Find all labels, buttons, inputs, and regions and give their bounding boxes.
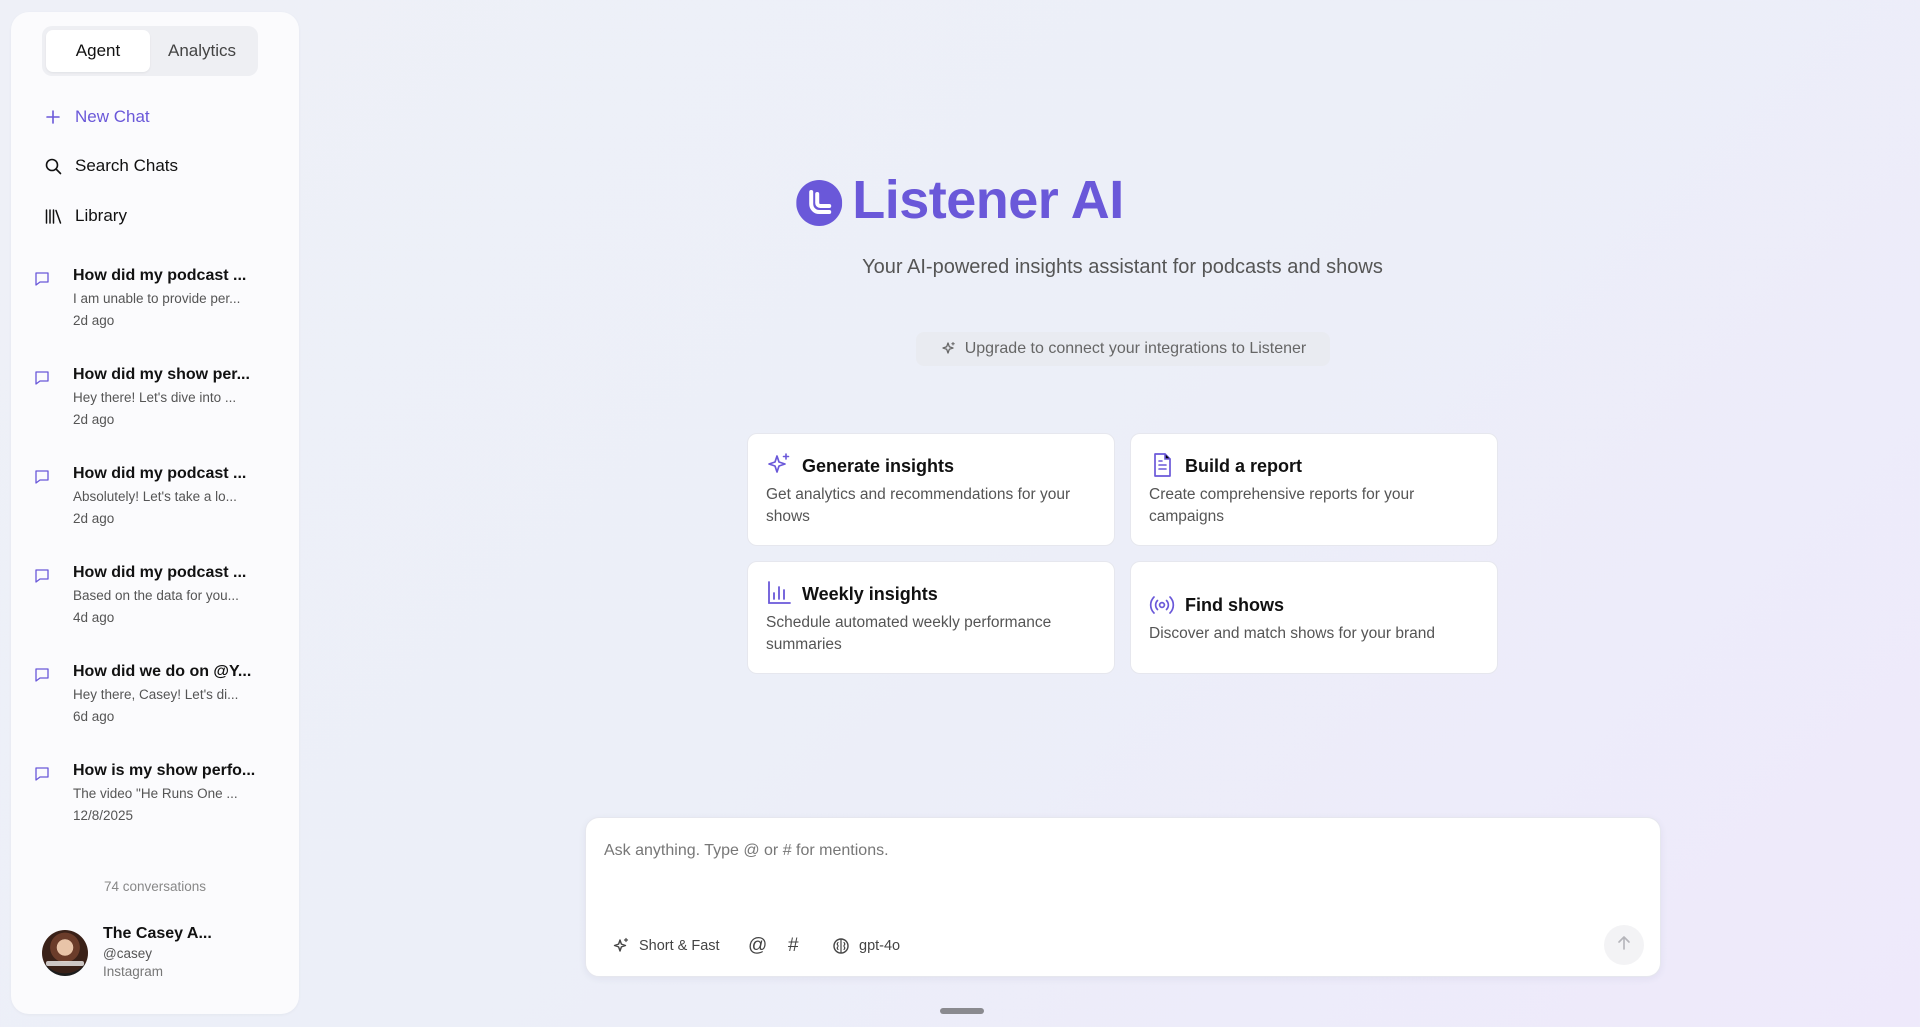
chat-bubble-icon	[34, 370, 52, 388]
send-button[interactable]	[1604, 925, 1644, 965]
chat-history-item[interactable]: How did my podcast ... Absolutely! Let's …	[34, 465, 274, 549]
generate-insights-card[interactable]: Generate insights Get analytics and reco…	[747, 433, 1115, 546]
card-description: Create comprehensive reports for your ca…	[1149, 486, 1415, 525]
library-button[interactable]: Library	[44, 203, 127, 229]
chat-title: How is my show perfo...	[73, 762, 256, 779]
sparkles-icon	[766, 452, 792, 478]
app-title: Listener AI	[852, 170, 1124, 230]
card-title: Build a report	[1185, 456, 1303, 476]
find-shows-card[interactable]: Find shows Discover and match shows for …	[1130, 561, 1498, 674]
user-profile[interactable]: The Casey A... @casey Instagram	[42, 924, 282, 988]
upgrade-banner[interactable]: Upgrade to connect your integrations to …	[916, 332, 1330, 366]
mode-switcher: Agent Analytics	[42, 26, 258, 76]
sparkle-icon	[612, 937, 630, 955]
chat-date: 4d ago	[73, 610, 115, 625]
broadcast-icon	[1149, 592, 1175, 618]
sidebar: Agent Analytics New Chat Search Chats Li…	[11, 12, 299, 1014]
plus-icon	[44, 108, 62, 126]
chat-history-item[interactable]: How did my show per... Hey there! Let's d…	[34, 366, 274, 450]
sparkle-icon	[940, 341, 956, 357]
build-report-card[interactable]: Build a report Create comprehensive repo…	[1130, 433, 1498, 546]
bar-chart-icon	[766, 580, 792, 606]
search-chats-button[interactable]: Search Chats	[44, 153, 178, 179]
chat-history-item[interactable]: How did my podcast ... I am unable to pro…	[34, 267, 274, 351]
chat-date: 2d ago	[73, 511, 115, 526]
brain-icon	[832, 937, 850, 955]
response-mode-button[interactable]: Short & Fast	[612, 932, 720, 960]
at-icon: @	[748, 935, 768, 956]
chat-bubble-icon	[34, 667, 52, 685]
card-title: Weekly insights	[802, 584, 938, 604]
chat-history-item[interactable]: How did my podcast ... Based on the data …	[34, 564, 274, 648]
chat-title: How did my podcast ...	[73, 564, 247, 581]
profile-platform: Instagram	[103, 964, 164, 979]
chat-preview: I am unable to provide per...	[73, 291, 241, 306]
model-label: gpt-4o	[859, 938, 901, 954]
chat-preview: The video "He Runs One ...	[73, 786, 238, 801]
model-selector[interactable]: gpt-4o	[832, 932, 900, 960]
tab-analytics[interactable]: Analytics	[150, 30, 254, 72]
card-description: Schedule automated weekly performance su…	[766, 614, 1052, 653]
chat-date: 2d ago	[73, 412, 115, 427]
chat-preview: Hey there! Let's dive into ...	[73, 390, 237, 405]
chat-date: 2d ago	[73, 313, 115, 328]
card-title: Find shows	[1185, 595, 1284, 615]
weekly-insights-card[interactable]: Weekly insights Schedule automated weekl…	[747, 561, 1115, 674]
chat-preview: Hey there, Casey! Let's di...	[73, 687, 239, 702]
drag-handle[interactable]	[940, 1008, 984, 1014]
search-chats-label: Search Chats	[75, 156, 178, 175]
chat-bubble-icon	[34, 568, 52, 586]
hash-icon: #	[788, 935, 799, 956]
card-title: Generate insights	[802, 456, 955, 476]
card-description: Get analytics and recommendations for yo…	[766, 486, 1071, 525]
document-icon	[1149, 452, 1175, 478]
new-chat-label: New Chat	[75, 107, 150, 126]
page-subtitle: Your AI-powered insights assistant for p…	[862, 256, 1383, 278]
response-mode-label: Short & Fast	[639, 938, 720, 954]
chat-date: 12/8/2025	[73, 808, 134, 823]
conversation-count: 74 conversations	[103, 879, 207, 894]
chat-composer: Short & Fast @ # gpt-4o	[585, 817, 1661, 977]
profile-handle: @casey	[103, 946, 152, 961]
upgrade-text: Upgrade to connect your integrations to …	[964, 340, 1307, 357]
chat-preview: Based on the data for you...	[73, 588, 239, 603]
new-chat-button[interactable]: New Chat	[44, 104, 150, 130]
library-icon	[44, 207, 62, 225]
hashtag-button[interactable]: #	[788, 932, 799, 960]
search-icon	[44, 157, 62, 175]
chat-preview: Absolutely! Let's take a lo...	[73, 489, 237, 504]
chat-title: How did we do on @Y...	[73, 663, 252, 680]
tab-agent[interactable]: Agent	[46, 30, 150, 72]
chat-history-item[interactable]: How is my show perfo... The video "He Run…	[34, 762, 274, 846]
mention-button[interactable]: @	[748, 932, 767, 960]
chat-bubble-icon	[34, 469, 52, 487]
card-description: Discover and match shows for your brand	[1149, 625, 1436, 642]
chat-title: How did my podcast ...	[73, 465, 247, 482]
avatar	[42, 930, 88, 976]
chat-title: How did my show per...	[73, 366, 250, 383]
chat-history-item[interactable]: How did we do on @Y... Hey there, Casey! …	[34, 663, 274, 747]
message-input[interactable]	[604, 836, 1604, 866]
arrow-up-icon	[1617, 935, 1631, 956]
library-label: Library	[75, 206, 127, 225]
listener-logo-icon	[796, 177, 843, 226]
page-title: Listener AI	[796, 168, 1124, 232]
chat-date: 6d ago	[73, 709, 115, 724]
profile-name: The Casey A...	[103, 925, 212, 942]
chat-bubble-icon	[34, 766, 52, 784]
